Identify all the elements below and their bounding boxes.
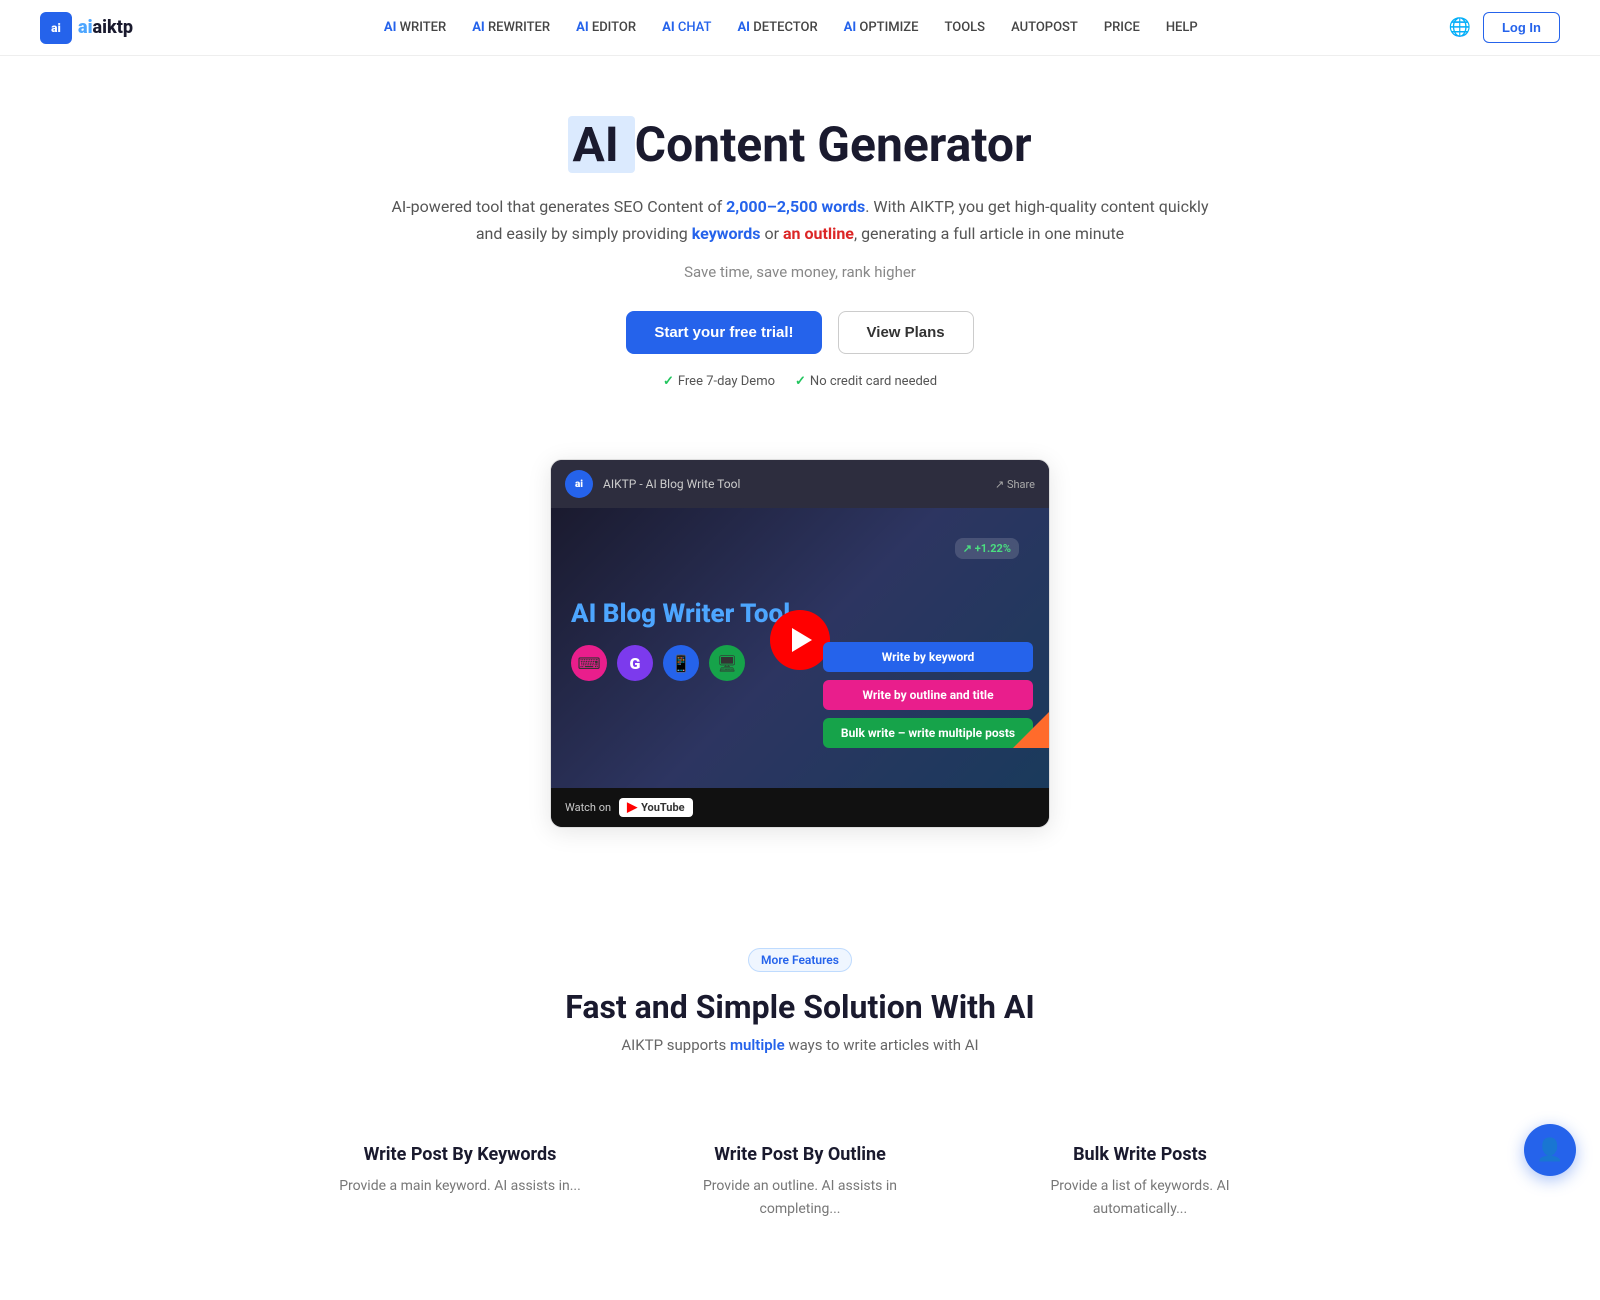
nav-autopost[interactable]: AUTOPOST (1001, 14, 1088, 41)
corner-accent (1013, 712, 1049, 748)
video-header: ai AIKTP - AI Blog Write Tool ↗ Share (551, 460, 1049, 508)
video-title: AIKTP - AI Blog Write Tool (603, 477, 740, 491)
nav-actions: 🌐 Log In (1449, 12, 1560, 43)
chat-icon: 👤 (1536, 1138, 1563, 1163)
feature-card-title-1: Write Post By Keywords (330, 1144, 590, 1165)
keywords-highlight: keywords (692, 224, 761, 243)
play-triangle-icon (792, 628, 812, 652)
video-play-button[interactable] (770, 610, 830, 670)
nav-ai-chat[interactable]: AI CHAT (652, 14, 721, 41)
feature-button-bulk[interactable]: Bulk write – write multiple posts (823, 718, 1033, 748)
badge-free-trial: ✓Free 7-day Demo (663, 374, 775, 389)
graph-badge: ↗ +1.22% (955, 538, 1019, 559)
icon-g: G (617, 645, 653, 681)
logo-icon: ai (40, 12, 72, 44)
feature-card-title-3: Bulk Write Posts (1010, 1144, 1270, 1165)
feature-card-title-2: Write Post By Outline (670, 1144, 930, 1165)
navbar: ai aiaiktp AI WRITER AI REWRITER AI EDIT… (0, 0, 1600, 56)
nav-ai-optimize[interactable]: AI OPTIMIZE (834, 14, 929, 41)
icon-mobile: 📱 (663, 645, 699, 681)
video-app-title: AI Blog Writer Tool (571, 599, 790, 629)
icon-keyboard: ⌨ (571, 645, 607, 681)
video-embed: ai AIKTP - AI Blog Write Tool ↗ Share ↗ … (550, 459, 1050, 828)
hero-description: AI-powered tool that generates SEO Conte… (390, 193, 1210, 247)
feature-cards: Write Post By Keywords Provide a main ke… (250, 1094, 1350, 1300)
login-button[interactable]: Log In (1483, 12, 1560, 43)
feature-card-outline: Write Post By Outline Provide an outline… (650, 1124, 950, 1240)
word-range: 2,000–2,500 words (726, 197, 865, 216)
feature-card-keywords: Write Post By Keywords Provide a main ke… (310, 1124, 610, 1240)
hero-tagline: Save time, save money, rank higher (390, 263, 1210, 281)
watch-on-label: Watch on (565, 801, 611, 814)
nav-ai-editor[interactable]: AI EDITOR (566, 14, 646, 41)
video-footer: Watch on ▶ YouTube (551, 788, 1049, 827)
more-features-section: More Features Fast and Simple Solution W… (0, 888, 1600, 1094)
youtube-badge[interactable]: ▶ YouTube (619, 798, 693, 817)
feature-button-outline[interactable]: Write by outline and title (823, 680, 1033, 710)
nav-links: AI WRITER AI REWRITER AI EDITOR AI CHAT … (374, 14, 1208, 41)
feature-card-desc-2: Provide an outline. AI assists in comple… (670, 1175, 930, 1220)
features-title: Fast and Simple Solution With AI (40, 988, 1560, 1026)
video-app-icons: ⌨ G 📱 🖥 (571, 645, 745, 681)
nav-ai-detector[interactable]: AI DETECTOR (727, 14, 827, 41)
badge-no-credit-card: ✓No credit card needed (795, 374, 937, 389)
feature-card-desc-3: Provide a list of keywords. AI automatic… (1010, 1175, 1270, 1220)
floating-chat-button[interactable]: 👤 (1524, 1124, 1576, 1176)
hero-title: AI Content Generator (390, 116, 1210, 173)
youtube-logo-icon: ▶ (627, 800, 637, 815)
hero-buttons: Start your free trial! View Plans (390, 311, 1210, 354)
icon-screen: 🖥 (709, 645, 745, 681)
feature-card-desc-1: Provide a main keyword. AI assists in... (330, 1175, 590, 1197)
features-subtitle: AIKTP supports multiple ways to write ar… (40, 1036, 1560, 1054)
nav-help[interactable]: HELP (1156, 14, 1208, 41)
start-trial-button[interactable]: Start your free trial! (626, 311, 821, 354)
feature-button-keyword[interactable]: Write by keyword (823, 642, 1033, 672)
hero-badges: ✓Free 7-day Demo ✓No credit card needed (390, 374, 1210, 389)
logo-text: aiaiktp (78, 17, 133, 38)
nav-price[interactable]: PRICE (1094, 14, 1150, 41)
video-share-button[interactable]: ↗ Share (995, 478, 1035, 491)
view-plans-button[interactable]: View Plans (838, 311, 974, 354)
video-body: ↗ +1.22% AI Blog Writer Tool ⌨ G 📱 🖥 (551, 508, 1049, 788)
nav-ai-rewriter[interactable]: AI REWRITER (462, 14, 560, 41)
outline-highlight: an outline (783, 224, 854, 243)
video-logo: ai (565, 470, 593, 498)
features-badge: More Features (748, 948, 852, 972)
logo[interactable]: ai aiaiktp (40, 12, 133, 44)
nav-ai-writer[interactable]: AI WRITER (374, 14, 456, 41)
hero-section: AI Content Generator AI-powered tool tha… (350, 56, 1250, 429)
feature-card-bulk: Bulk Write Posts Provide a list of keywo… (990, 1124, 1290, 1240)
language-button[interactable]: 🌐 (1449, 17, 1471, 38)
nav-tools[interactable]: TOOLS (935, 14, 996, 41)
